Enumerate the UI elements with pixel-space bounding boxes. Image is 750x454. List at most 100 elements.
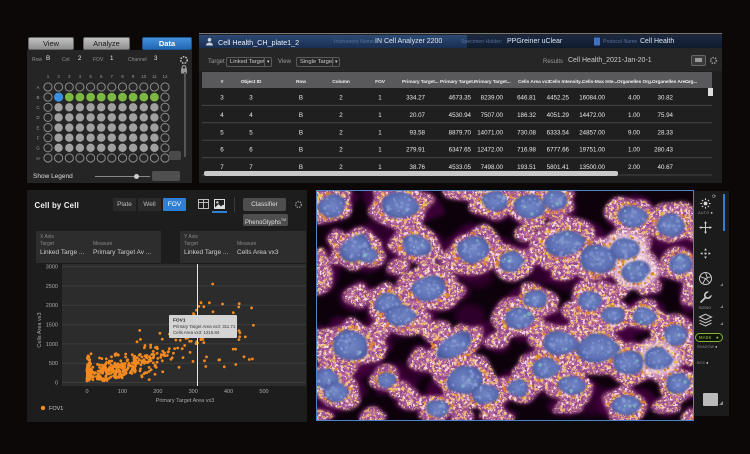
svg-text:Primary Target...: Primary Target...: [402, 79, 439, 85]
svg-text:2000: 2000: [46, 303, 58, 309]
svg-text:500: 500: [49, 361, 58, 367]
svg-text:500: 500: [259, 389, 268, 395]
svg-text:D: D: [36, 115, 40, 120]
svg-text:Cells Area vx3: Cells Area vx3: [37, 312, 43, 347]
svg-text:4530.94: 4530.94: [449, 112, 472, 119]
svg-text:#: #: [221, 79, 224, 85]
svg-text:3: 3: [68, 74, 71, 79]
svg-text:646.81: 646.81: [517, 95, 536, 102]
svg-text:Primary Target...: Primary Target...: [474, 79, 511, 85]
svg-text:1500: 1500: [46, 323, 58, 329]
svg-text:9.00: 9.00: [628, 129, 641, 136]
svg-text:B: B: [299, 129, 303, 136]
svg-text:Org...: Org...: [685, 79, 698, 85]
svg-text:1000: 1000: [46, 342, 58, 348]
svg-text:0: 0: [85, 389, 88, 395]
svg-text:5: 5: [89, 74, 92, 79]
svg-text:A: A: [36, 85, 39, 90]
svg-text:40.67: 40.67: [658, 164, 674, 171]
svg-text:19751.00: 19751.00: [579, 147, 605, 154]
svg-text:G: G: [36, 146, 40, 151]
svg-text:FOV1: FOV1: [49, 406, 63, 412]
svg-text:E: E: [36, 125, 39, 130]
svg-text:1: 1: [378, 95, 382, 102]
svg-text:280.43: 280.43: [654, 147, 673, 154]
svg-text:F: F: [37, 136, 40, 141]
svg-text:8: 8: [121, 74, 124, 79]
svg-text:Primary Target Area vx3: 311.7: Primary Target Area vx3: 311.71: [173, 324, 236, 329]
svg-text:4673.35: 4673.35: [449, 95, 472, 102]
svg-text:1.00: 1.00: [628, 147, 641, 154]
svg-text:1: 1: [378, 147, 382, 154]
svg-text:4: 4: [249, 112, 253, 119]
svg-text:Primary Target...: Primary Target...: [440, 79, 477, 85]
svg-text:4051.29: 4051.29: [547, 112, 570, 119]
svg-text:0: 0: [55, 381, 58, 387]
svg-text:300: 300: [189, 389, 198, 395]
svg-text:100: 100: [118, 389, 127, 395]
svg-text:FOV1: FOV1: [173, 318, 186, 324]
svg-text:2.00: 2.00: [628, 164, 641, 171]
svg-text:8879.70: 8879.70: [449, 129, 472, 136]
svg-text:2500: 2500: [46, 284, 58, 290]
svg-text:Cells Area vx3: Cells Area vx3: [518, 79, 550, 85]
svg-text:6777.66: 6777.66: [547, 147, 570, 154]
svg-text:2: 2: [339, 112, 343, 119]
svg-text:Object ID: Object ID: [241, 79, 262, 85]
svg-text:3000: 3000: [46, 265, 58, 271]
svg-text:4: 4: [220, 112, 224, 119]
svg-text:93.58: 93.58: [410, 129, 426, 136]
svg-text:200: 200: [153, 389, 162, 395]
svg-text:1: 1: [378, 129, 382, 136]
svg-text:4: 4: [79, 74, 82, 79]
svg-text:7507.00: 7507.00: [481, 112, 504, 119]
svg-text:334.27: 334.27: [406, 95, 425, 102]
svg-text:279.91: 279.91: [406, 147, 425, 154]
svg-text:4.00: 4.00: [628, 95, 641, 102]
svg-text:Row: Row: [296, 79, 306, 85]
svg-text:12472.00: 12472.00: [477, 147, 503, 154]
svg-text:Cells-Max Inte...: Cells-Max Inte...: [582, 79, 618, 85]
svg-text:Cells Intensity...: Cells Intensity...: [549, 79, 585, 85]
svg-text:30.82: 30.82: [658, 95, 674, 102]
svg-text:10: 10: [141, 74, 147, 79]
svg-text:75.94: 75.94: [658, 112, 674, 119]
svg-text:20.07: 20.07: [410, 112, 426, 119]
svg-text:Primary Target Area vx3: Primary Target Area vx3: [156, 398, 215, 404]
svg-text:Column: Column: [332, 79, 350, 85]
svg-text:5: 5: [249, 129, 253, 136]
svg-text:28.33: 28.33: [658, 129, 674, 136]
svg-text:3: 3: [220, 95, 224, 102]
svg-text:1: 1: [47, 74, 50, 79]
svg-text:16084.00: 16084.00: [579, 95, 605, 102]
svg-text:14472.00: 14472.00: [579, 112, 605, 119]
svg-text:2: 2: [339, 129, 343, 136]
svg-text:Cells Area vx3: 1215.84: Cells Area vx3: 1215.84: [173, 330, 220, 335]
svg-text:11: 11: [152, 74, 157, 79]
svg-text:3: 3: [249, 95, 253, 102]
svg-text:Organelles Org...: Organelles Org...: [617, 79, 655, 85]
svg-text:730.08: 730.08: [517, 129, 536, 136]
svg-text:6347.65: 6347.65: [449, 147, 472, 154]
svg-text:400: 400: [224, 389, 233, 395]
svg-text:4452.25: 4452.25: [547, 95, 570, 102]
svg-text:B: B: [299, 95, 303, 102]
svg-text:1: 1: [378, 112, 382, 119]
svg-text:186.32: 186.32: [517, 112, 536, 119]
svg-text:6: 6: [220, 147, 224, 154]
svg-text:5: 5: [220, 129, 224, 136]
svg-text:6: 6: [100, 74, 103, 79]
svg-text:H: H: [36, 156, 39, 161]
svg-text:6333.54: 6333.54: [547, 129, 570, 136]
svg-text:B: B: [299, 112, 303, 119]
svg-text:C: C: [36, 105, 40, 110]
svg-text:8239.00: 8239.00: [481, 95, 504, 102]
svg-text:24857.00: 24857.00: [579, 129, 605, 136]
svg-text:716.98: 716.98: [517, 147, 536, 154]
svg-text:2: 2: [57, 74, 60, 79]
svg-text:B: B: [299, 147, 303, 154]
svg-text:6: 6: [249, 147, 253, 154]
svg-text:9: 9: [132, 74, 135, 79]
svg-text:14071.00: 14071.00: [477, 129, 503, 136]
svg-text:7: 7: [111, 74, 114, 79]
